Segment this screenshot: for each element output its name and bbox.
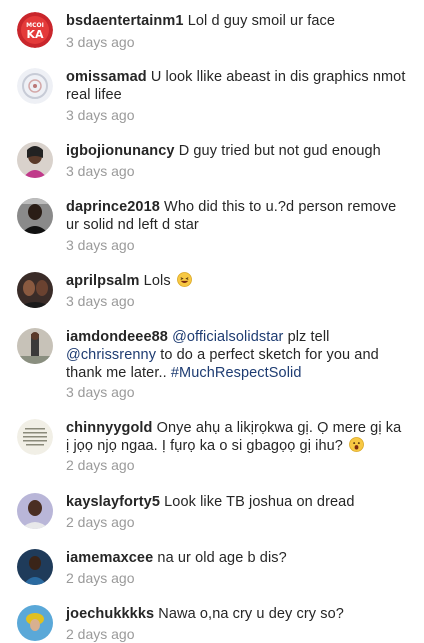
comment-time: 2 days ago [66,514,135,530]
comment-time: 3 days ago [66,163,135,179]
surprised-emoji-icon [349,437,365,452]
comment-body: Nawa o,na cry u dey cry so? [158,606,344,622]
comment-text: chinnyygold Onye ahụ a likịrọkwa gị. Ọ m… [66,419,406,455]
comment-time: 3 days ago [66,34,135,50]
avatar[interactable] [17,419,53,455]
avatar[interactable] [17,198,53,234]
comment-body: Lols [143,273,171,289]
comment-body: Look like TB joshua on dread [164,494,355,510]
hashtag-link[interactable]: #MuchRespectSolid [171,365,302,381]
comment-username[interactable]: bsdaentertainm1 [66,13,184,29]
comment-username[interactable]: daprince2018 [66,199,160,215]
comment-username[interactable]: iamdondeee88 [66,329,168,345]
comment-text: iamemaxcee na ur old age b dis? [66,549,406,567]
comment-username[interactable]: omissamad [66,69,147,85]
comment-time: 3 days ago [66,293,135,309]
comment-text: iamdondeee88 @officialsolidstar plz tell… [66,328,406,382]
comment-body: D guy tried but not gud enough [178,143,381,159]
comment-body: plz tell [283,329,330,345]
avatar[interactable] [17,605,53,641]
avatar[interactable] [17,272,53,308]
comment-time: 2 days ago [66,570,135,586]
avatar[interactable] [17,493,53,529]
comment-text: igbojionunancy D guy tried but not gud e… [66,142,406,160]
mention-link[interactable]: @officialsolidstar [172,329,283,345]
comment-text: omissamad U look llike abeast in dis gra… [66,68,406,104]
comment-time: 2 days ago [66,626,135,642]
avatar[interactable] [17,549,53,585]
avatar[interactable] [17,328,53,364]
avatar[interactable]: MCOI KA [17,12,53,48]
comment-text: aprilpsalm Lols [66,272,406,290]
comment-text: joechukkkks Nawa o,na cry u dey cry so? [66,605,406,623]
comment-time: 2 days ago [66,457,135,473]
avatar[interactable] [17,68,53,104]
comment-body: Lol d guy smoil ur face [187,13,336,29]
comment-time: 3 days ago [66,384,135,400]
svg-text:KA: KA [26,28,44,41]
comment-body: na ur old age b dis? [157,550,287,566]
comment-username[interactable]: joechukkkks [66,606,154,622]
avatar[interactable] [17,142,53,178]
laughing-emoji-icon [176,272,192,287]
comment-username[interactable]: aprilpsalm [66,273,140,289]
comment-username[interactable]: igbojionunancy [66,143,175,159]
comment-username[interactable]: iamemaxcee [66,550,153,566]
comment-time: 3 days ago [66,107,135,123]
comment-username[interactable]: chinnyygold [66,420,153,436]
comment-time: 3 days ago [66,237,135,253]
comment-text: bsdaentertainm1 Lol d guy smoil ur face [66,12,406,30]
comment-username[interactable]: kayslayforty5 [66,494,160,510]
mention-link[interactable]: @chrissrenny [66,347,156,363]
comment-text: kayslayforty5 Look like TB joshua on dre… [66,493,406,511]
comment-text: daprince2018 Who did this to u.?d person… [66,198,406,234]
